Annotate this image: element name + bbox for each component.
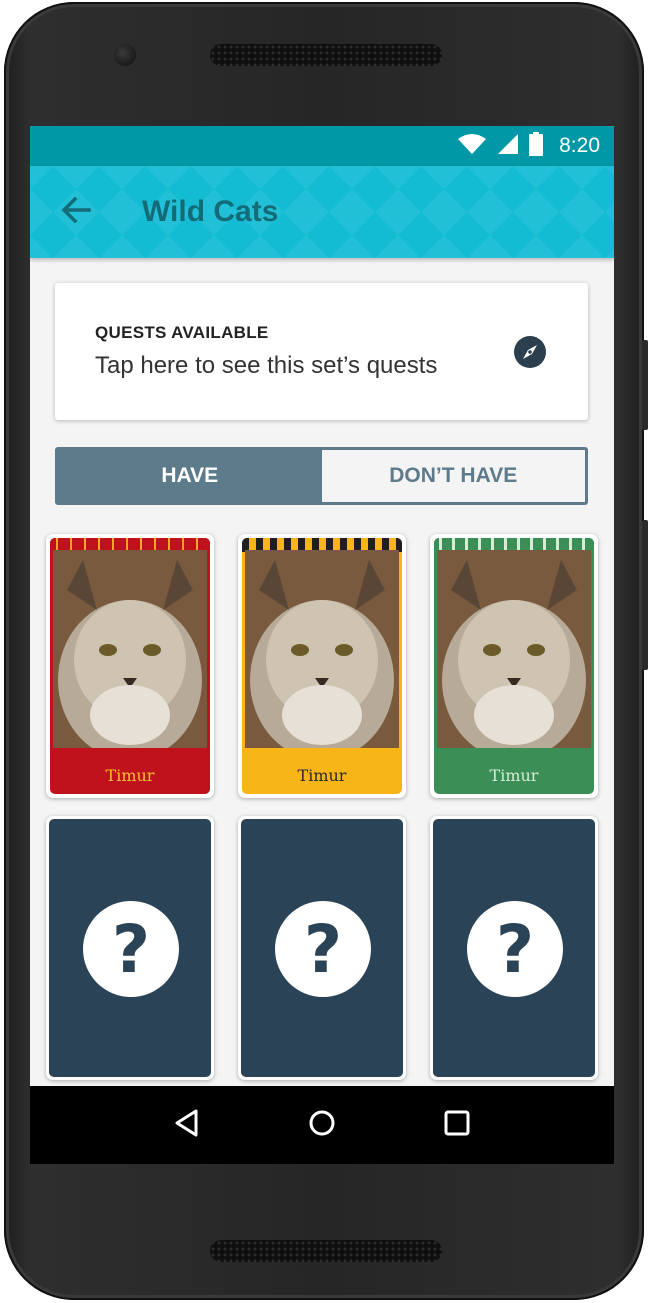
back-button[interactable] — [56, 192, 96, 232]
bottom-speaker — [210, 1240, 442, 1262]
system-nav-bar — [30, 1086, 614, 1164]
collected-card[interactable]: Timur — [238, 534, 406, 798]
unknown-card[interactable]: ? — [238, 816, 406, 1080]
power-button — [642, 340, 648, 430]
collected-card[interactable]: Timur — [430, 534, 598, 798]
card-name: Timur — [489, 766, 539, 785]
card-body: ? — [241, 819, 403, 1077]
quests-card[interactable]: QUESTS AVAILABLE Tap here to see this se… — [55, 283, 588, 420]
app-bar: Wild Cats — [30, 166, 614, 258]
have-toggle: HAVE DON’T HAVE — [55, 447, 588, 505]
question-mark-icon: ? — [467, 901, 563, 997]
card-body: ? — [49, 819, 211, 1077]
top-speaker — [210, 44, 442, 66]
battery-icon — [529, 131, 544, 161]
volume-button — [642, 520, 648, 670]
card-body: Timur — [434, 538, 594, 794]
lynx-image — [437, 550, 591, 748]
status-bar: 8:20 — [30, 126, 614, 166]
screen: 8:20 Wild Cats QUESTS AVAILABLE Tap here… — [30, 126, 614, 1164]
tab-dont-have[interactable]: DON’T HAVE — [321, 450, 585, 502]
collected-card[interactable]: Timur — [46, 534, 214, 798]
card-body: Timur — [50, 538, 210, 794]
triangle-back-icon — [174, 1109, 200, 1142]
quests-heading: QUESTS AVAILABLE — [95, 323, 269, 342]
question-mark-icon: ? — [83, 901, 179, 997]
lynx-image — [53, 550, 207, 748]
unknown-card[interactable]: ? — [430, 816, 598, 1080]
card-name: Timur — [297, 766, 347, 785]
signal-icon — [497, 133, 519, 160]
tab-have[interactable]: HAVE — [58, 450, 322, 502]
arrow-left-icon — [61, 196, 91, 228]
square-recents-icon — [444, 1110, 470, 1141]
quests-subtitle: Tap here to see this set’s quests — [95, 352, 438, 379]
status-time: 8:20 — [559, 134, 600, 157]
nav-home-button[interactable] — [302, 1105, 342, 1145]
question-mark-icon: ? — [275, 901, 371, 997]
nav-recents-button[interactable] — [437, 1105, 477, 1145]
card-name: Timur — [105, 766, 155, 785]
card-body: ? — [433, 819, 595, 1077]
card-body: Timur — [242, 538, 402, 794]
wifi-icon — [457, 133, 487, 160]
lynx-image — [245, 550, 399, 748]
page-title: Wild Cats — [142, 195, 279, 228]
circle-home-icon — [308, 1109, 336, 1142]
compass-icon — [513, 335, 547, 369]
front-camera — [114, 44, 136, 66]
unknown-card[interactable]: ? — [46, 816, 214, 1080]
nav-back-button[interactable] — [167, 1105, 207, 1145]
